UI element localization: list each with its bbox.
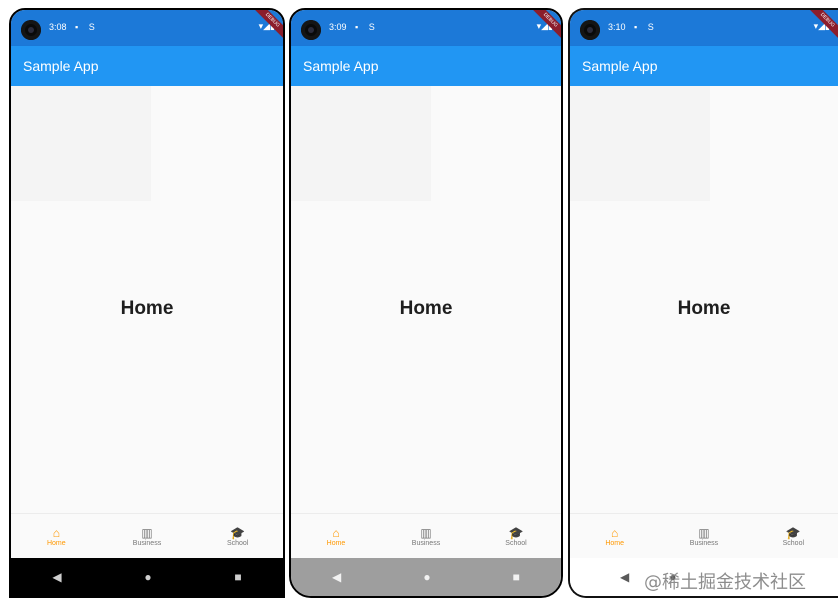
notification-icons: ▪ S <box>355 22 379 32</box>
nav-item-school[interactable]: 🎓 School <box>749 514 838 558</box>
page-body: Home <box>11 86 283 516</box>
nav-item-home[interactable]: ⌂ Home <box>570 514 659 558</box>
faint-panel <box>291 86 431 201</box>
system-navigation-bar: ◀ ● ■ <box>291 558 561 596</box>
home-circle-icon[interactable]: ● <box>144 570 151 584</box>
nav-item-school[interactable]: 🎓 School <box>192 514 283 558</box>
school-icon: 🎓 <box>785 525 801 540</box>
recents-icon[interactable]: ■ <box>234 570 241 584</box>
screenshot-stage: 3:08 ▪ S ▾◢▮ DEBUG Sample App Home ⌂ Hom… <box>0 0 838 598</box>
app-title: Sample App <box>582 58 658 74</box>
phone-screen-1: 3:08 ▪ S ▾◢▮ DEBUG Sample App Home ⌂ Hom… <box>9 8 285 598</box>
status-bar: 3:08 ▪ S ▾◢▮ DEBUG <box>11 10 283 46</box>
page-title: Home <box>120 298 174 319</box>
page-body: Home <box>570 86 838 516</box>
app-title: Sample App <box>23 58 99 74</box>
nav-label: Home <box>326 539 346 547</box>
watermark-text: @稀土掘金技术社区 <box>644 572 806 593</box>
business-icon: ▥ <box>698 525 710 540</box>
phone-screen-2: 3:09 ▪ S ▾◢▮ DEBUG Sample App Home ⌂ Hom… <box>289 8 563 598</box>
back-icon[interactable]: ◀ <box>332 570 341 584</box>
home-icon: ⌂ <box>611 525 619 540</box>
school-icon: 🎓 <box>230 525 246 540</box>
school-icon: 🎓 <box>508 525 524 540</box>
back-icon[interactable]: ◀ <box>620 570 629 584</box>
nav-label: Business <box>689 539 719 547</box>
business-icon: ▥ <box>420 525 432 540</box>
nav-item-home[interactable]: ⌂ Home <box>291 514 381 558</box>
nav-label: School <box>505 539 527 547</box>
notification-icons: ▪ S <box>75 22 99 32</box>
faint-panel <box>11 86 151 201</box>
status-bar: 3:10 ▪ S ▾◢▮ DEBUG <box>570 10 838 46</box>
bottom-navigation-bar: ⌂ Home ▥ Business 🎓 School <box>570 513 838 558</box>
faint-panel <box>570 86 710 201</box>
nav-item-business[interactable]: ▥ Business <box>102 514 193 558</box>
page-body: Home <box>291 86 561 516</box>
home-icon: ⌂ <box>52 525 60 540</box>
nav-item-business[interactable]: ▥ Business <box>659 514 748 558</box>
app-bar: Sample App <box>291 46 561 86</box>
app-bar: Sample App <box>11 46 283 86</box>
front-camera-icon <box>580 20 600 40</box>
nav-label: Business <box>411 539 441 547</box>
bottom-navigation-bar: ⌂ Home ▥ Business 🎓 School <box>11 513 283 558</box>
front-camera-icon <box>301 20 321 40</box>
business-icon: ▥ <box>141 525 153 540</box>
status-time: 3:09 <box>329 22 347 32</box>
nav-label: School <box>226 539 249 547</box>
nav-label: Home <box>605 539 624 547</box>
phone-screen-3: 3:10 ▪ S ▾◢▮ DEBUG Sample App Home ⌂ Hom… <box>568 8 838 598</box>
page-title: Home <box>399 298 453 319</box>
bottom-navigation-bar: ⌂ Home ▥ Business 🎓 School <box>291 513 561 558</box>
nav-item-business[interactable]: ▥ Business <box>381 514 471 558</box>
system-navigation-bar: ◀ ● ■ <box>11 558 283 596</box>
app-bar: Sample App <box>570 46 838 86</box>
front-camera-icon <box>21 20 41 40</box>
nav-label: School <box>782 539 805 547</box>
app-title: Sample App <box>303 58 379 74</box>
nav-label: Business <box>132 539 162 547</box>
nav-label: Home <box>46 539 66 547</box>
home-icon: ⌂ <box>332 525 340 540</box>
nav-item-school[interactable]: 🎓 School <box>471 514 561 558</box>
home-circle-icon[interactable]: ● <box>423 570 430 584</box>
status-time: 3:08 <box>49 22 67 32</box>
status-bar: 3:09 ▪ S ▾◢▮ DEBUG <box>291 10 561 46</box>
back-icon[interactable]: ◀ <box>52 570 61 584</box>
status-time: 3:10 <box>608 22 626 32</box>
page-title: Home <box>677 298 731 319</box>
nav-item-home[interactable]: ⌂ Home <box>11 514 102 558</box>
recents-icon[interactable]: ■ <box>513 570 520 584</box>
notification-icons: ▪ S <box>634 22 658 32</box>
